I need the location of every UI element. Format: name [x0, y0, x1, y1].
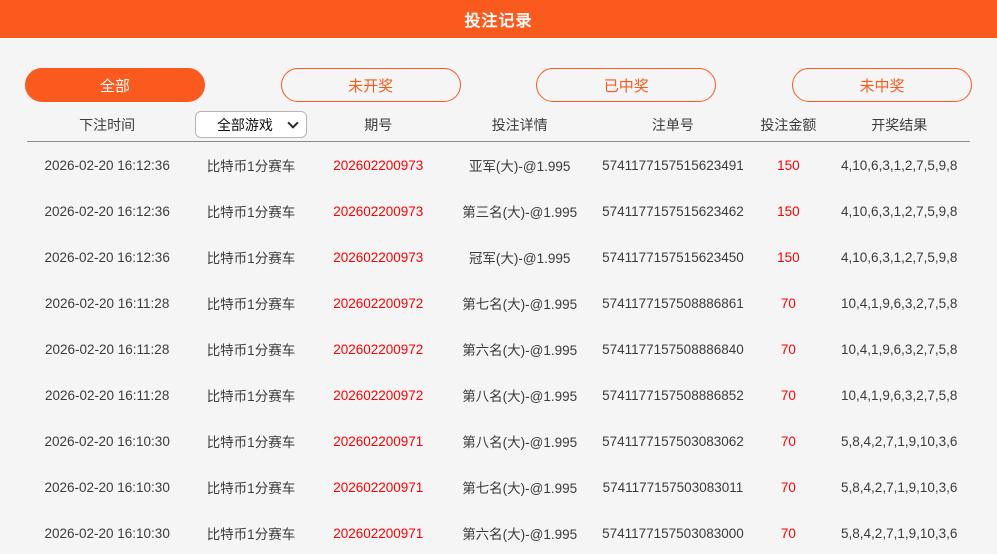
cell-game-name: 比特币1分赛车 — [206, 297, 296, 312]
cell-bet-time: 2026-02-20 16:10:30 — [44, 525, 170, 541]
table-row: 2026-02-20 16:12:36 比特币1分赛车 202602200973… — [27, 234, 970, 280]
cell-draw-result: 5,8,4,2,7,1,9,10,3,6 — [841, 433, 958, 449]
cell-period-no: 202602200971 — [333, 433, 424, 449]
cell-bet-time: 2026-02-20 16:10:30 — [44, 433, 170, 449]
cell-period-no: 202602200972 — [333, 387, 424, 403]
game-filter-select-wrap: 全部游戏 — [194, 111, 307, 138]
cell-game-name: 比特币1分赛车 — [206, 159, 296, 174]
cell-game-name: 比特币1分赛车 — [206, 251, 296, 266]
cell-game-name: 比特币1分赛车 — [206, 389, 296, 404]
cell-bet-details: 第六名(大)-@1.995 — [462, 343, 578, 358]
cell-order-no: 5741177157515623450 — [602, 249, 744, 265]
cell-order-no: 5741177157508886852 — [602, 387, 744, 403]
cell-bet-amount: 70 — [780, 387, 796, 403]
cell-order-no: 5741177157503083011 — [602, 479, 744, 495]
table-row: 2026-02-20 16:12:36 比特币1分赛车 202602200973… — [27, 142, 970, 188]
cell-period-no: 202602200973 — [333, 249, 424, 265]
filter-bar: 全部 未开奖 已中奖 未中奖 — [0, 68, 997, 102]
cell-period-no: 202602200973 — [333, 157, 424, 173]
table-body: 2026-02-20 16:12:36 比特币1分赛车 202602200973… — [27, 142, 970, 554]
cell-bet-time: 2026-02-20 16:12:36 — [44, 203, 170, 219]
cell-draw-result: 10,4,1,9,6,3,2,7,5,8 — [841, 295, 958, 311]
cell-game-name: 比特币1分赛车 — [206, 435, 296, 450]
cell-bet-details: 第六名(大)-@1.995 — [462, 527, 578, 542]
cell-bet-amount: 70 — [780, 341, 796, 357]
cell-bet-time: 2026-02-20 16:12:36 — [44, 157, 170, 173]
cell-draw-result: 4,10,6,3,1,2,7,5,9,8 — [841, 249, 958, 265]
cell-order-no: 5741177157503083062 — [602, 433, 744, 449]
cell-order-no: 5741177157508886840 — [602, 341, 744, 357]
cell-game-name: 比特币1分赛车 — [206, 205, 296, 220]
column-header-period: 期号 — [364, 116, 393, 133]
cell-bet-time: 2026-02-20 16:12:36 — [44, 249, 170, 265]
cell-bet-details: 第七名(大)-@1.995 — [462, 481, 578, 496]
game-filter-select[interactable]: 全部游戏 — [194, 111, 307, 138]
page-header: 投注记录 — [0, 0, 997, 38]
table-row: 2026-02-20 16:10:30 比特币1分赛车 202602200971… — [27, 418, 970, 464]
cell-game-name: 比特币1分赛车 — [206, 481, 296, 496]
cell-bet-details: 第七名(大)-@1.995 — [462, 297, 578, 312]
cell-period-no: 202602200971 — [333, 479, 424, 495]
cell-bet-amount: 70 — [780, 479, 796, 495]
table-row: 2026-02-20 16:10:30 比特币1分赛车 202602200971… — [27, 510, 970, 554]
cell-bet-details: 第八名(大)-@1.995 — [462, 389, 578, 404]
column-header-result: 开奖结果 — [871, 116, 928, 133]
cell-bet-time: 2026-02-20 16:10:30 — [44, 479, 170, 495]
cell-bet-amount: 70 — [780, 525, 796, 541]
cell-draw-result: 10,4,1,9,6,3,2,7,5,8 — [841, 341, 958, 357]
cell-bet-details: 第三名(大)-@1.995 — [462, 205, 578, 220]
bet-records-table: 下注时间 全部游戏 期号 投注详情 注单号 投注金额 开奖结果 2026-02-… — [27, 111, 970, 554]
cell-bet-details: 冠军(大)-@1.995 — [468, 251, 571, 266]
table-row: 2026-02-20 16:11:28 比特币1分赛车 202602200972… — [27, 280, 970, 326]
cell-bet-amount: 150 — [777, 203, 800, 219]
cell-draw-result: 5,8,4,2,7,1,9,10,3,6 — [841, 525, 958, 541]
cell-bet-time: 2026-02-20 16:11:28 — [44, 295, 170, 311]
table-row: 2026-02-20 16:11:28 比特币1分赛车 202602200972… — [27, 326, 970, 372]
cell-draw-result: 4,10,6,3,1,2,7,5,9,8 — [841, 203, 958, 219]
cell-order-no: 5741177157508886861 — [602, 295, 744, 311]
cell-game-name: 比特币1分赛车 — [206, 527, 296, 542]
cell-bet-time: 2026-02-20 16:11:28 — [44, 341, 170, 357]
table-row: 2026-02-20 16:10:30 比特币1分赛车 202602200971… — [27, 464, 970, 510]
cell-order-no: 5741177157515623462 — [602, 203, 744, 219]
cell-draw-result: 4,10,6,3,1,2,7,5,9,8 — [841, 157, 958, 173]
cell-order-no: 5741177157515623491 — [602, 157, 744, 173]
cell-bet-time: 2026-02-20 16:11:28 — [44, 387, 170, 403]
column-header-amount: 投注金额 — [760, 116, 817, 133]
cell-period-no: 202602200971 — [333, 525, 424, 541]
table-row: 2026-02-20 16:11:28 比特币1分赛车 202602200972… — [27, 372, 970, 418]
cell-game-name: 比特币1分赛车 — [206, 343, 296, 358]
cell-bet-details: 亚军(大)-@1.995 — [468, 159, 571, 174]
filter-won-button[interactable]: 已中奖 — [536, 68, 717, 102]
cell-period-no: 202602200972 — [333, 295, 424, 311]
table-header-row: 下注时间 全部游戏 期号 投注详情 注单号 投注金额 开奖结果 — [27, 111, 970, 142]
column-header-details: 投注详情 — [491, 116, 548, 133]
cell-draw-result: 10,4,1,9,6,3,2,7,5,8 — [841, 387, 958, 403]
cell-draw-result: 5,8,4,2,7,1,9,10,3,6 — [841, 479, 958, 495]
cell-bet-amount: 150 — [777, 249, 800, 265]
game-filter-cell: 全部游戏 — [187, 111, 314, 138]
column-header-bet-time: 下注时间 — [79, 116, 136, 133]
filter-lost-button[interactable]: 未中奖 — [791, 68, 972, 102]
column-header-order-no: 注单号 — [651, 116, 694, 133]
table-row: 2026-02-20 16:12:36 比特币1分赛车 202602200973… — [27, 188, 970, 234]
cell-bet-details: 第八名(大)-@1.995 — [462, 435, 578, 450]
filter-pending-button[interactable]: 未开奖 — [280, 68, 461, 102]
cell-period-no: 202602200972 — [333, 341, 424, 357]
page-title: 投注记录 — [464, 13, 533, 30]
cell-bet-amount: 70 — [780, 433, 796, 449]
filter-all-button[interactable]: 全部 — [25, 68, 205, 102]
cell-period-no: 202602200973 — [333, 203, 424, 219]
cell-bet-amount: 150 — [777, 157, 800, 173]
cell-bet-amount: 70 — [780, 295, 796, 311]
cell-order-no: 5741177157503083000 — [602, 525, 744, 541]
